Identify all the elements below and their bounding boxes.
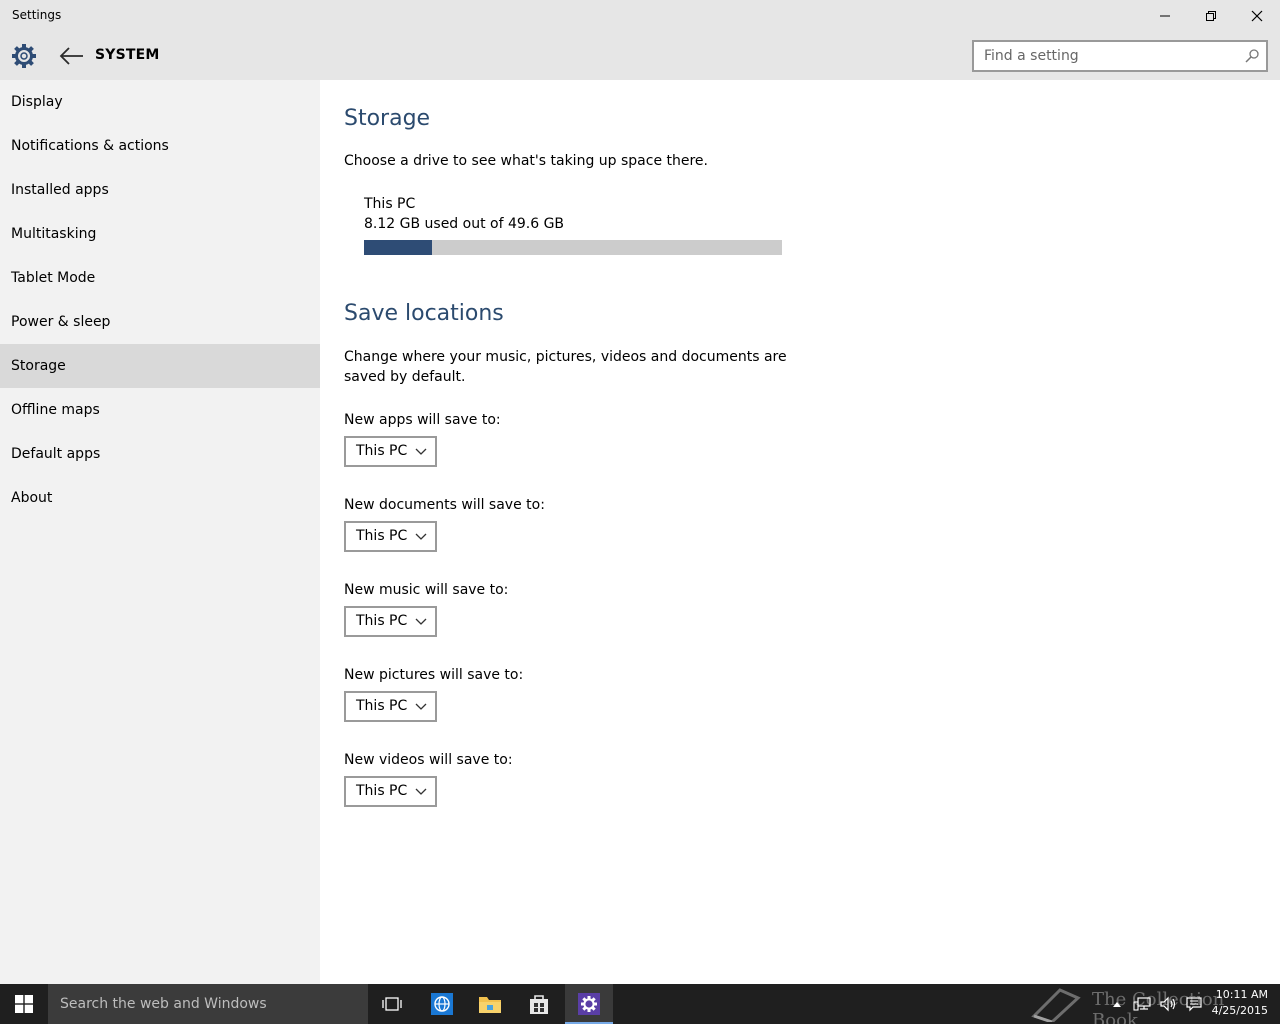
new-pictures-dropdown-value: This PC: [356, 698, 408, 714]
taskbar-browser-button[interactable]: [418, 984, 466, 1024]
restore-icon: [1206, 11, 1216, 21]
network-tray-button[interactable]: [1130, 984, 1154, 1024]
task-view-icon: [382, 997, 402, 1011]
sidebar-item-notifications[interactable]: Notifications & actions: [0, 124, 320, 168]
storage-description: Choose a drive to see what's taking up s…: [344, 153, 708, 169]
sidebar-item-storage[interactable]: Storage: [0, 344, 320, 388]
drive-name[interactable]: This PC: [364, 196, 415, 212]
section-title: SYSTEM: [95, 47, 160, 63]
new-videos-label: New videos will save to:: [344, 752, 513, 768]
sidebar-item-default-apps[interactable]: Default apps: [0, 432, 320, 476]
main-content: Storage Choose a drive to see what's tak…: [320, 80, 1280, 984]
windows-logo-icon: [15, 995, 33, 1013]
minimize-icon: [1160, 15, 1170, 17]
show-hidden-icons-button[interactable]: [1108, 984, 1126, 1024]
save-locations-description-line2: saved by default.: [344, 369, 466, 385]
settings-search-input[interactable]: [984, 47, 1234, 65]
chevron-down-icon: [415, 618, 427, 625]
new-music-dropdown[interactable]: This PC: [344, 606, 437, 637]
taskbar: The Collection Book 10:11 AM 4/25/2015: [0, 984, 1280, 1024]
sidebar-item-tablet-mode[interactable]: Tablet Mode: [0, 256, 320, 300]
settings-header: SYSTEM: [0, 32, 1280, 80]
sidebar-nav: Display Notifications & actions Installe…: [0, 80, 320, 984]
settings-search-box[interactable]: [972, 40, 1268, 72]
start-button[interactable]: [0, 984, 48, 1024]
chevron-up-icon: [1113, 1002, 1121, 1007]
sidebar-item-display[interactable]: Display: [0, 80, 320, 124]
chevron-down-icon: [415, 448, 427, 455]
speaker-icon: [1160, 996, 1176, 1012]
new-music-dropdown-value: This PC: [356, 613, 408, 629]
search-icon[interactable]: [1244, 48, 1260, 64]
book-watermark-icon: [1031, 988, 1081, 1022]
title-bar: Settings: [0, 0, 1280, 32]
folder-icon: [479, 997, 501, 1013]
chevron-down-icon: [415, 788, 427, 795]
new-documents-dropdown-value: This PC: [356, 528, 408, 544]
taskbar-store-button[interactable]: [515, 984, 563, 1024]
new-apps-label: New apps will save to:: [344, 412, 501, 428]
sidebar-item-about[interactable]: About: [0, 476, 320, 520]
volume-tray-button[interactable]: [1156, 984, 1180, 1024]
taskbar-settings-button[interactable]: [565, 984, 613, 1024]
chevron-down-icon: [415, 703, 427, 710]
settings-app-icon: [578, 993, 600, 1015]
window-title: Settings: [12, 8, 62, 22]
clock-time: 10:11 AM: [1215, 988, 1268, 1001]
close-button[interactable]: [1234, 0, 1280, 32]
sidebar-item-power-sleep[interactable]: Power & sleep: [0, 300, 320, 344]
minimize-button[interactable]: [1142, 0, 1188, 32]
taskbar-search-input[interactable]: [60, 995, 350, 1013]
new-documents-dropdown[interactable]: This PC: [344, 521, 437, 552]
taskbar-search-box[interactable]: [48, 984, 368, 1024]
drive-usage-bar-fill: [364, 240, 433, 255]
clock-date: 4/25/2015: [1211, 1004, 1268, 1017]
sidebar-item-installed-apps[interactable]: Installed apps: [0, 168, 320, 212]
new-apps-dropdown-value: This PC: [356, 443, 408, 459]
back-arrow-icon: [59, 47, 83, 65]
browser-icon: [431, 993, 453, 1015]
drive-usage-bar[interactable]: [364, 240, 782, 255]
taskbar-file-explorer-button[interactable]: [466, 984, 514, 1024]
storage-heading: Storage: [344, 106, 431, 131]
taskbar-clock[interactable]: 10:11 AM 4/25/2015: [1198, 987, 1268, 1019]
back-button[interactable]: [58, 44, 86, 68]
settings-gear-icon: [10, 42, 38, 70]
new-apps-dropdown[interactable]: This PC: [344, 436, 437, 467]
save-locations-heading: Save locations: [344, 301, 504, 326]
store-bag-icon: [530, 995, 548, 1014]
sidebar-item-offline-maps[interactable]: Offline maps: [0, 388, 320, 432]
close-icon: [1251, 10, 1263, 22]
network-icon: [1133, 997, 1151, 1011]
new-pictures-label: New pictures will save to:: [344, 667, 524, 683]
chevron-down-icon: [415, 533, 427, 540]
new-videos-dropdown-value: This PC: [356, 783, 408, 799]
new-documents-label: New documents will save to:: [344, 497, 545, 513]
restore-button[interactable]: [1188, 0, 1234, 32]
sidebar-item-multitasking[interactable]: Multitasking: [0, 212, 320, 256]
new-videos-dropdown[interactable]: This PC: [344, 776, 437, 807]
task-view-button[interactable]: [368, 984, 416, 1024]
save-locations-description-line1: Change where your music, pictures, video…: [344, 349, 787, 365]
drive-usage-text[interactable]: 8.12 GB used out of 49.6 GB: [364, 216, 564, 232]
new-pictures-dropdown[interactable]: This PC: [344, 691, 437, 722]
new-music-label: New music will save to:: [344, 582, 509, 598]
